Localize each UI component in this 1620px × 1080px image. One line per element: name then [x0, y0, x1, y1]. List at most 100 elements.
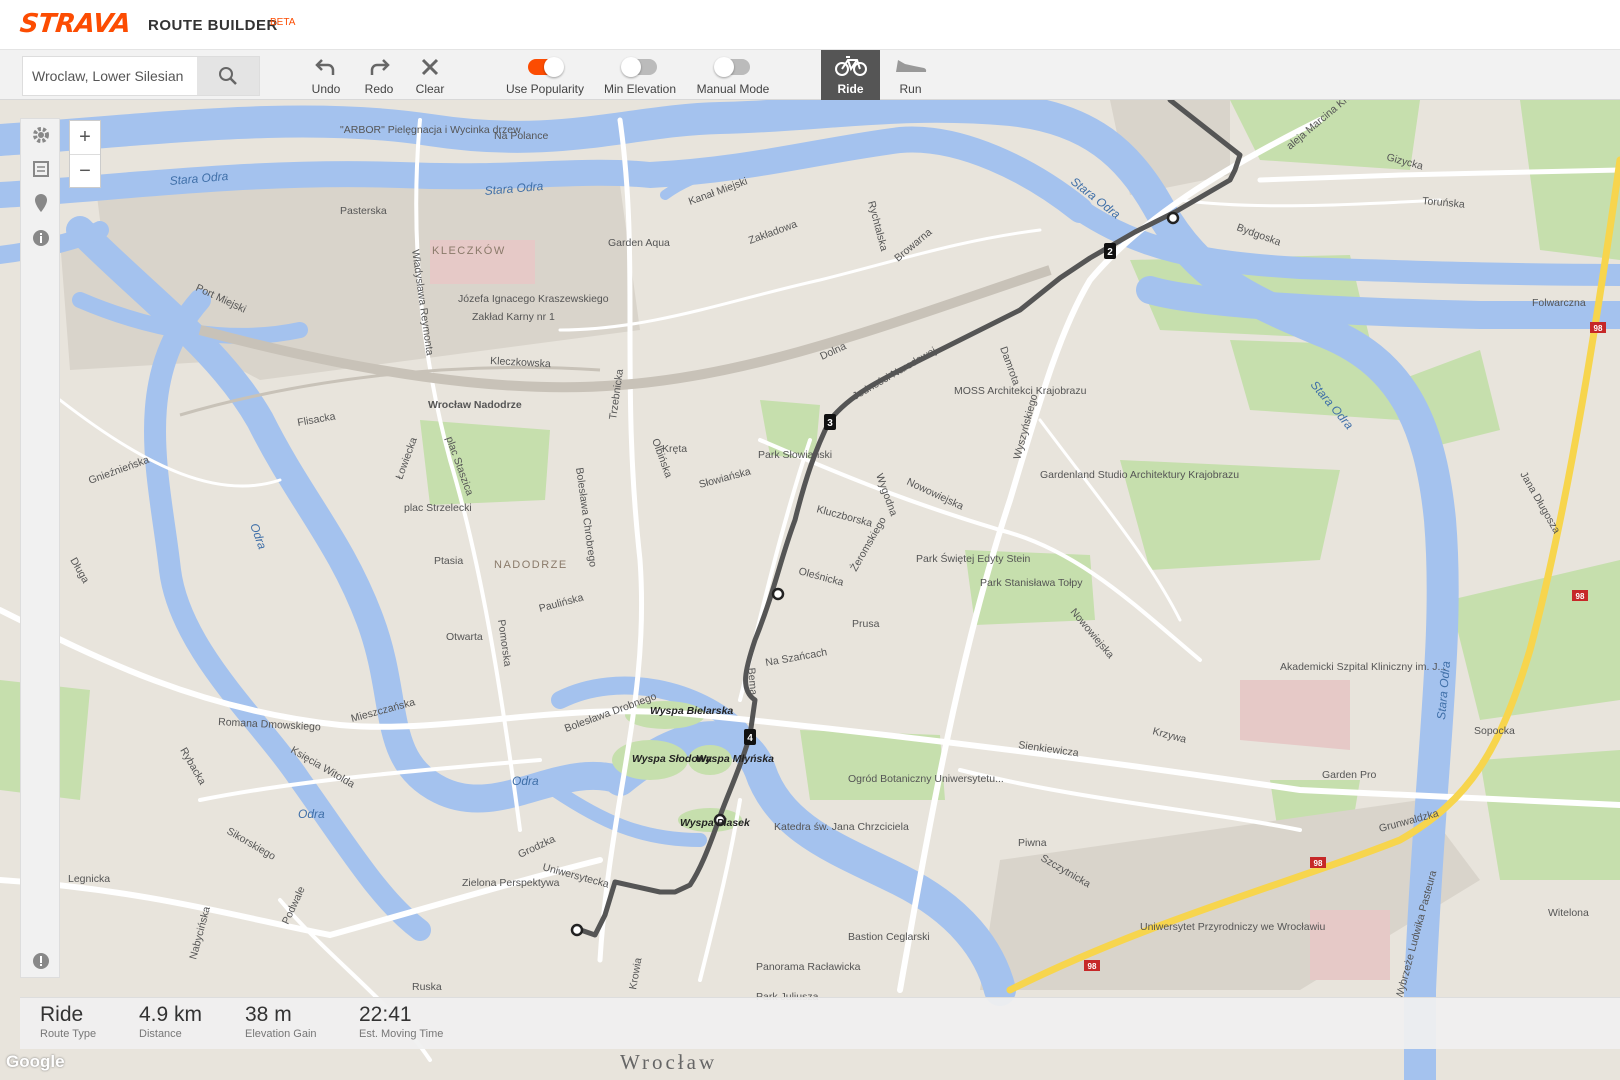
- stat-route-type: Ride Route Type: [40, 1003, 96, 1040]
- city-label: Wrocław: [620, 1050, 718, 1074]
- svg-text:plac Strzelecki: plac Strzelecki: [404, 502, 472, 514]
- toggle-switch[interactable]: [528, 57, 564, 77]
- svg-text:Ogród Botaniczny Uniwersytetu.: Ogród Botaniczny Uniwersytetu...: [848, 773, 1004, 785]
- stat-distance: 4.9 km Distance: [139, 1003, 202, 1040]
- plus-icon: +: [79, 126, 91, 148]
- zoom-in-button[interactable]: +: [70, 121, 100, 154]
- svg-text:Park Słowiański: Park Słowiański: [758, 449, 832, 461]
- list-icon: [33, 161, 49, 177]
- feedback-button[interactable]: [31, 951, 51, 971]
- toolbar: Undo Redo Clear Use Popularity Min Eleva…: [0, 50, 1620, 100]
- svg-text:Zakład Karny nr 1: Zakład Karny nr 1: [472, 311, 555, 323]
- svg-text:Bastion Ceglarski: Bastion Ceglarski: [848, 931, 930, 943]
- min-elevation-toggle[interactable]: Min Elevation: [598, 52, 682, 96]
- toggle-switch[interactable]: [621, 57, 657, 77]
- svg-text:4: 4: [747, 733, 753, 744]
- svg-text:Prusa: Prusa: [852, 618, 880, 630]
- svg-text:Witelona: Witelona: [1548, 907, 1589, 919]
- route-builder-app: STRAVA ROUTE BUILDER BETA Undo Redo Clea…: [0, 0, 1620, 1080]
- toggle-switch[interactable]: [714, 57, 750, 77]
- svg-text:NADODRZE: NADODRZE: [494, 559, 568, 571]
- location-search: [22, 56, 260, 96]
- svg-text:Wrocław Nadodrze: Wrocław Nadodrze: [428, 399, 522, 411]
- clear-label: Clear: [415, 82, 445, 96]
- shoe-icon: [895, 60, 926, 72]
- svg-text:98: 98: [1088, 962, 1097, 971]
- map-side-panel: [20, 118, 60, 978]
- stat-value: 22:41: [359, 1003, 412, 1026]
- undo-icon: [315, 59, 335, 75]
- min-elevation-label: Min Elevation: [603, 82, 677, 96]
- stat-label: Elevation Gain: [245, 1028, 317, 1040]
- svg-text:Folwarczna: Folwarczna: [1532, 297, 1586, 309]
- svg-text:Odra: Odra: [298, 807, 325, 821]
- google-attribution[interactable]: Google: [6, 1052, 65, 1072]
- svg-text:KLECZKÓW: KLECZKÓW: [432, 244, 506, 257]
- svg-text:Pasterska: Pasterska: [340, 205, 387, 217]
- svg-text:Legnicka: Legnicka: [68, 873, 110, 885]
- ride-tab-label: Ride: [837, 82, 864, 96]
- stat-value: Ride: [40, 1003, 84, 1026]
- manual-mode-toggle[interactable]: Manual Mode: [690, 52, 776, 96]
- svg-text:Garden Aqua: Garden Aqua: [608, 237, 670, 249]
- redo-icon: [370, 59, 390, 75]
- svg-text:Akademicki Szpital Kliniczny i: Akademicki Szpital Kliniczny im. J...: [1280, 661, 1446, 673]
- redo-label: Redo: [364, 82, 394, 96]
- map-canvas[interactable]: 2 3 4 98 98 98 98 Stara Odra Stara Odra …: [0, 100, 1620, 1080]
- svg-text:Józefa Ignacego Kraszewskiego: Józefa Ignacego Kraszewskiego: [458, 293, 609, 305]
- svg-text:Gardenland Studio Architektury: Gardenland Studio Architektury Krajobraz…: [1040, 469, 1239, 481]
- clear-button[interactable]: Clear: [412, 52, 448, 96]
- beta-badge: BETA: [270, 17, 296, 28]
- route-list-button[interactable]: [31, 159, 51, 179]
- stat-value: 38 m: [245, 1003, 292, 1026]
- svg-text:MOSS Architekci Krajobrazu: MOSS Architekci Krajobrazu: [954, 385, 1087, 397]
- svg-text:Bema: Bema: [745, 667, 759, 696]
- location-button[interactable]: [31, 193, 51, 213]
- stat-label: Est. Moving Time: [359, 1028, 444, 1040]
- svg-text:Na Polance: Na Polance: [494, 130, 548, 142]
- redo-button[interactable]: Redo: [361, 52, 397, 96]
- zoom-out-button[interactable]: −: [70, 154, 100, 187]
- strava-logo[interactable]: STRAVA: [18, 9, 131, 39]
- search-button[interactable]: [197, 57, 259, 95]
- undo-button[interactable]: Undo: [308, 52, 344, 96]
- svg-text:98: 98: [1314, 859, 1323, 868]
- undo-label: Undo: [311, 82, 341, 96]
- stat-label: Route Type: [40, 1028, 97, 1040]
- settings-button[interactable]: [31, 125, 51, 145]
- page-title: ROUTE BUILDER: [148, 17, 278, 34]
- tab-ride[interactable]: Ride: [821, 50, 880, 100]
- use-popularity-toggle[interactable]: Use Popularity: [500, 52, 590, 96]
- svg-text:Wyspa Bielarska: Wyspa Bielarska: [650, 705, 733, 717]
- svg-text:Otwarta: Otwarta: [446, 631, 483, 643]
- search-input[interactable]: [23, 57, 197, 95]
- use-popularity-label: Use Popularity: [505, 82, 585, 96]
- waypoint-marker[interactable]: 3: [824, 414, 836, 430]
- search-icon: [219, 67, 237, 85]
- zoom-controls: + −: [69, 120, 101, 188]
- svg-text:2: 2: [1107, 247, 1113, 258]
- svg-text:Piwna: Piwna: [1018, 837, 1047, 849]
- run-tab-label: Run: [899, 82, 922, 96]
- svg-text:Katedra św. Jana Chrzciciela: Katedra św. Jana Chrzciciela: [774, 821, 909, 833]
- svg-text:Zielona Perspektywa: Zielona Perspektywa: [462, 877, 560, 889]
- alert-icon: [33, 953, 49, 969]
- svg-text:Park Stanisława Tołpy: Park Stanisława Tołpy: [980, 577, 1083, 589]
- tab-run[interactable]: Run: [881, 50, 940, 100]
- info-button[interactable]: [31, 228, 51, 248]
- svg-text:Park Świętej Edyty Stein: Park Świętej Edyty Stein: [916, 552, 1031, 565]
- waypoint-marker[interactable]: 2: [1104, 243, 1116, 259]
- svg-text:Odra: Odra: [512, 774, 539, 788]
- svg-text:98: 98: [1576, 592, 1585, 601]
- stat-elevation-gain: 38 m Elevation Gain: [245, 1003, 317, 1040]
- bicycle-icon: [834, 56, 867, 76]
- info-icon: [33, 230, 49, 246]
- waypoint-marker[interactable]: 4: [744, 729, 756, 745]
- svg-text:Wyspa Piasek: Wyspa Piasek: [680, 817, 751, 829]
- svg-text:98: 98: [1594, 324, 1603, 333]
- route-stats-bar: Ride Route Type 4.9 km Distance 38 m Ele…: [20, 997, 1620, 1049]
- stat-value: 4.9 km: [139, 1003, 203, 1026]
- svg-text:Panorama Racławicka: Panorama Racławicka: [756, 961, 861, 973]
- hospital-area: [1240, 680, 1350, 750]
- svg-text:3: 3: [827, 418, 833, 429]
